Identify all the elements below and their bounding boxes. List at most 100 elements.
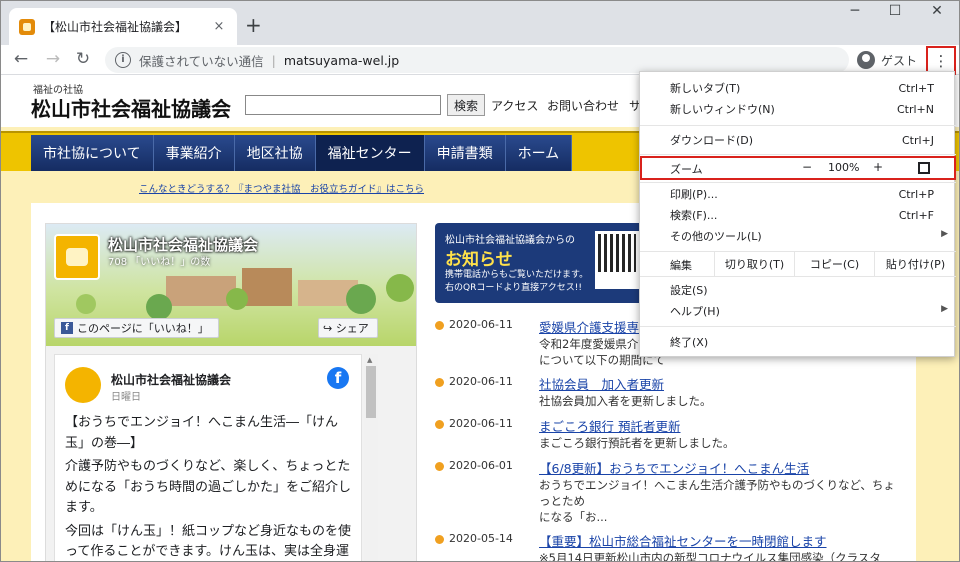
facebook-scrollbar[interactable]: ▲: [364, 354, 378, 561]
bullet-icon: [435, 378, 444, 387]
menu-item-exit[interactable]: 終了(X): [640, 332, 956, 352]
news-title-link[interactable]: まごころ銀行 預託者更新: [539, 416, 905, 435]
tab-close-icon[interactable]: ×: [211, 19, 227, 34]
menu-item-downloads[interactable]: ダウンロード(D) Ctrl+J: [640, 130, 956, 150]
facebook-widget: 松山市社会福祉協議会 708 「いいね！」の数 f このページに「いいね！」 ↪…: [45, 223, 417, 561]
menu-separator: [640, 154, 956, 155]
browser-window: 【松山市社会福祉協議会】 × + ─ ☐ ✕ ← → ↻ i 保護されていない通…: [0, 0, 960, 562]
menu-item-new-tab[interactable]: 新しいタブ(T) Ctrl+T: [640, 78, 956, 98]
site-favicon-icon: [19, 18, 35, 35]
facebook-like-count: 708 「いいね！」の数: [108, 257, 211, 268]
help-guide-link[interactable]: こんなときどうする？『まつやま社協 お役立ちガイド』はこちら: [139, 181, 424, 195]
nav-item-about[interactable]: 市社協について: [31, 135, 154, 171]
news-title-link[interactable]: 【重要】松山市総合福祉センターを一時閉館します: [539, 531, 905, 550]
menu-separator: [640, 276, 956, 277]
menu-edit-row: 編集 切り取り(T) コピー(C) 貼り付け(P): [640, 252, 956, 276]
scroll-up-arrow-icon[interactable]: ▲: [367, 356, 372, 364]
menu-item-more-tools[interactable]: その他のツール(L) ▶: [640, 226, 956, 246]
facebook-share-button[interactable]: ↪ シェア: [318, 318, 378, 338]
info-icon[interactable]: i: [115, 52, 131, 68]
facebook-like-button[interactable]: f このページに「いいね！」: [54, 318, 219, 338]
news-desc: おうちでエンジョイ！へこまん生活介護予防やものづくりなど、ちょっとため になる「…: [539, 478, 895, 524]
submenu-arrow-icon: ▶: [941, 304, 948, 314]
news-item: 2020-06-11 まごころ銀行 預託者更新 まごころ銀行預託者を更新しました…: [435, 416, 905, 452]
tab-title: 【松山市社会福祉協議会】: [43, 20, 188, 34]
news-date: 2020-06-11: [449, 375, 513, 388]
nav-item-services[interactable]: 事業紹介: [153, 135, 235, 171]
menu-item-settings[interactable]: 設定(S): [640, 280, 956, 300]
news-title-link[interactable]: 社協会員 加入者更新: [539, 374, 905, 393]
nav-item-forms[interactable]: 申請書類: [424, 135, 506, 171]
zoom-out-button[interactable]: −: [802, 160, 812, 174]
nav-item-welfare-center[interactable]: 福祉センター: [315, 135, 425, 171]
tab-strip: 【松山市社会福祉協議会】 × + ─ ☐ ✕: [1, 1, 959, 45]
post-author-name[interactable]: 松山市社会福祉協議会: [111, 371, 231, 388]
header-link-access[interactable]: アクセス: [491, 97, 538, 114]
menu-zoom-row: ズーム − 100% +: [640, 156, 956, 180]
news-date: 2020-06-11: [449, 417, 513, 430]
submenu-arrow-icon: ▶: [941, 229, 948, 239]
menu-item-print[interactable]: 印刷(P)... Ctrl+P: [640, 184, 956, 204]
news-desc: 社協会員加入者を更新しました。: [539, 394, 712, 408]
share-arrow-icon: ↪: [323, 321, 333, 335]
post-paragraph: 【おうちでエンジョイ！へこまん生活―「けん玉」の巻―】: [65, 415, 339, 451]
site-search-button[interactable]: 検索: [447, 94, 485, 116]
facebook-logo-icon[interactable]: f: [327, 367, 349, 389]
menu-copy-button[interactable]: コピー(C): [794, 252, 874, 276]
post-author-avatar[interactable]: [65, 367, 101, 403]
profile-avatar-icon: [857, 51, 875, 69]
minimize-icon[interactable]: ─: [835, 3, 875, 19]
header-link-contact[interactable]: お問い合わせ: [547, 97, 619, 114]
menu-item-find[interactable]: 検索(F)... Ctrl+F: [640, 205, 956, 225]
news-date: 2020-06-11: [449, 318, 513, 331]
chrome-main-menu: 新しいタブ(T) Ctrl+T 新しいウィンドウ(N) Ctrl+N ダウンロード(…: [639, 71, 956, 357]
zoom-in-button[interactable]: +: [873, 160, 883, 174]
news-title-link[interactable]: 【6/8更新】おうちでエンジョイ！へこまん生活: [539, 458, 905, 477]
news-date: 2020-05-14: [449, 532, 513, 545]
menu-separator: [640, 326, 956, 327]
browser-tab[interactable]: 【松山市社会福祉協議会】 ×: [9, 8, 237, 45]
facebook-post: 松山市社会福祉協議会 日曜日 f 【おうちでエンジョイ！へこまん生活―「けん玉」…: [54, 354, 362, 561]
scrollbar-thumb[interactable]: [366, 366, 376, 418]
edit-label: 編集: [670, 259, 692, 272]
post-paragraph: 今回は「けん玉」！紙コップなど身近なものを使って作ることができます。けん玉は、実…: [65, 523, 352, 560]
menu-separator: [640, 182, 956, 183]
banner-line1: 松山市社会福祉協議会からの: [445, 235, 575, 246]
menu-cut-button[interactable]: 切り取り(T): [714, 252, 794, 276]
bullet-icon: [435, 321, 444, 330]
reload-icon[interactable]: ↻: [71, 49, 95, 69]
menu-separator: [640, 125, 956, 126]
banner-line3: 携帯電話からもご覧いただけます。 右のQRコードより直接アクセス!!: [445, 270, 589, 293]
facebook-page-name[interactable]: 松山市社会福祉協議会: [108, 234, 258, 255]
nav-item-district[interactable]: 地区社協: [234, 135, 316, 171]
zoom-level: 100%: [828, 161, 860, 174]
menu-paste-button[interactable]: 貼り付け(P): [874, 252, 956, 276]
facebook-like-label: このページに「いいね！」: [77, 322, 209, 335]
post-date[interactable]: 日曜日: [111, 388, 141, 403]
nav-item-home[interactable]: ホーム: [505, 135, 573, 171]
profile-button[interactable]: ゲスト: [857, 48, 917, 72]
menu-item-new-window[interactable]: 新しいウィンドウ(N) Ctrl+N: [640, 99, 956, 119]
news-date: 2020-06-01: [449, 459, 513, 472]
site-logo[interactable]: 松山市社会福祉協議会: [31, 93, 231, 122]
facebook-f-icon: f: [61, 322, 73, 334]
fullscreen-icon[interactable]: [918, 162, 930, 174]
facebook-page-avatar[interactable]: [54, 234, 100, 280]
forward-arrow-icon[interactable]: →: [41, 49, 65, 69]
news-desc: まごころ銀行預託者を更新しました。: [539, 436, 735, 450]
site-search-input[interactable]: [245, 95, 441, 115]
window-close-icon[interactable]: ✕: [917, 3, 957, 19]
address-separator: |: [271, 52, 276, 68]
zoom-label: ズーム: [670, 163, 703, 176]
address-bar[interactable]: i 保護されていない通信 | matsuyama-wel.jp: [105, 47, 849, 73]
post-paragraph: 介護予防やものづくりなど、楽しく、ちょっとためになる「おうち時間の過ごしかた」を…: [65, 459, 352, 515]
back-arrow-icon[interactable]: ←: [9, 49, 33, 69]
qr-code-icon: [595, 231, 639, 289]
facebook-cover-image: 松山市社会福祉協議会 708 「いいね！」の数 f このページに「いいね！」 ↪…: [46, 224, 416, 346]
new-tab-plus-icon[interactable]: +: [245, 13, 262, 37]
menu-item-help[interactable]: ヘルプ(H) ▶: [640, 301, 956, 321]
facebook-share-label: シェア: [335, 322, 369, 335]
news-item: 2020-05-14 【重要】松山市総合福祉センターを一時閉館します ※5月14…: [435, 531, 905, 561]
maximize-icon[interactable]: ☐: [875, 3, 915, 19]
news-item: 2020-06-11 社協会員 加入者更新 社協会員加入者を更新しました。: [435, 374, 905, 410]
